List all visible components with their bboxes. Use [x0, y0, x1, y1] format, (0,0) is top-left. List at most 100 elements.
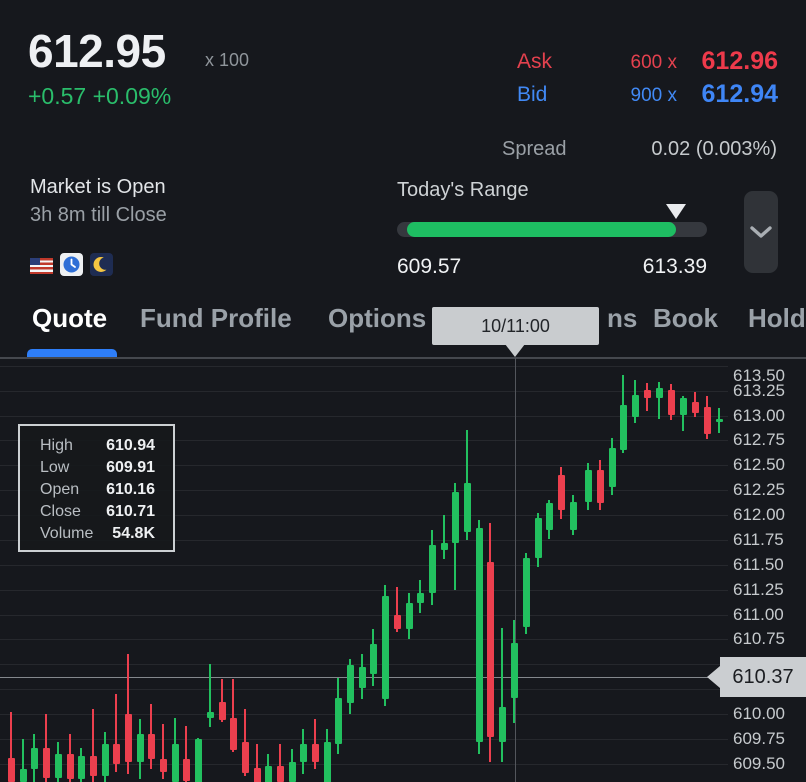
candle-body [523, 558, 530, 628]
ohlc-row: Volume54.8K [20, 523, 173, 545]
candle-body [609, 448, 616, 487]
ohlc-row: Open 610.16 [20, 479, 173, 501]
spread-label: Spread [502, 138, 567, 161]
ask-size: 600 x [600, 52, 677, 74]
price-gridline [0, 416, 728, 417]
candle-body [620, 405, 627, 451]
ohlc-label: Volume [40, 523, 93, 545]
crosshair-price-tag-arrow [707, 666, 720, 688]
candle-body [487, 562, 494, 737]
candle-body [183, 759, 190, 781]
candle-body [632, 395, 639, 417]
ohlc-row: Low609.91 [20, 457, 173, 479]
candle-body [172, 744, 179, 782]
candle-body [312, 744, 319, 762]
price-axis-label: 612.00 [733, 505, 785, 525]
ohlc-row: High610.94 [20, 435, 173, 457]
ohlc-value: 610.16 [106, 479, 155, 501]
candle-body [113, 744, 120, 764]
crosshair-vertical-line [515, 358, 516, 782]
candle-body [242, 742, 249, 773]
ohlc-row: Close610.71 [20, 501, 173, 523]
ohlc-label: Open [40, 479, 79, 501]
candle-body [511, 643, 518, 698]
candle-body [55, 754, 62, 778]
tab-quote[interactable]: Quote [32, 303, 107, 334]
range-high-value: 613.39 [607, 255, 707, 279]
collapse-header-button[interactable] [744, 191, 778, 273]
candle-body [429, 545, 436, 593]
candle-body [254, 768, 261, 782]
price-gridline [0, 391, 728, 392]
candle-body [394, 615, 401, 630]
candle-body [8, 758, 15, 782]
price-gridline [0, 615, 728, 616]
candle-body [219, 702, 226, 720]
tab-fund-profile[interactable]: Fund Profile [140, 303, 292, 334]
crosshair-time-tooltip: 10/11:00 [432, 307, 599, 345]
candle-body [644, 390, 651, 398]
price-gridline [0, 764, 728, 765]
candle-body [417, 593, 424, 603]
todays-range-fill [407, 222, 676, 237]
tab-holdings[interactable]: Hold [748, 303, 806, 334]
candle-body [137, 734, 144, 762]
candle-body [546, 503, 553, 530]
chevron-down-icon [750, 226, 772, 239]
candle-body [680, 398, 687, 415]
price-axis-label: 611.50 [733, 555, 784, 575]
candle-body [597, 470, 604, 503]
candle-body [277, 766, 284, 782]
ask-label: Ask [517, 50, 552, 74]
last-price: 612.95 [28, 24, 166, 78]
ask-price[interactable]: 612.96 [678, 47, 778, 76]
candle-body [668, 390, 675, 415]
tab-options[interactable]: Options [328, 303, 426, 334]
candle-body [160, 759, 167, 772]
candle-body [704, 407, 711, 435]
ohlc-value: 610.94 [106, 435, 155, 457]
candle-body [90, 756, 97, 776]
candle-body [558, 475, 565, 510]
clock-icon [60, 253, 83, 276]
crosshair-horizontal-line [0, 677, 708, 678]
price-gridline [0, 689, 728, 690]
candle-body [406, 603, 413, 630]
candle-body [125, 714, 132, 762]
bid-price[interactable]: 612.94 [678, 80, 778, 109]
candle-body [452, 492, 459, 543]
candle-body [43, 748, 50, 778]
price-gridline [0, 739, 728, 740]
crosshair-tooltip-pointer [505, 344, 525, 357]
price-axis-label: 612.75 [733, 430, 785, 450]
market-countdown: 3h 8m till Close [30, 204, 167, 227]
candle-body [102, 744, 109, 776]
price-axis-label: 610.75 [733, 629, 785, 649]
price-axis-label: 609.75 [733, 729, 785, 749]
candle-body [347, 665, 354, 703]
range-marker-icon [666, 204, 686, 219]
todays-range-label: Today's Range [397, 179, 529, 202]
candle-body [335, 698, 342, 744]
candle-body [300, 744, 307, 762]
price-axis-label: 609.50 [733, 754, 785, 774]
bid-label: Bid [517, 83, 547, 107]
price-axis-label: 612.50 [733, 455, 785, 475]
tab-book[interactable]: Book [653, 303, 718, 334]
price-axis-label: 610.00 [733, 704, 785, 724]
lot-size: x 100 [205, 50, 249, 71]
candle-body [78, 756, 85, 779]
spread-value: 0.02 (0.003%) [577, 138, 777, 161]
price-gridline [0, 714, 728, 715]
candle-body [230, 718, 237, 750]
candle-body [195, 739, 202, 782]
candlestick-chart[interactable]: High610.94Low609.91Open 610.16Close610.71… [0, 358, 806, 782]
candle-body [382, 596, 389, 699]
tab-partially-hidden[interactable]: ns [607, 303, 637, 334]
market-status: Market is Open [30, 176, 166, 199]
candle-body [289, 762, 296, 782]
candle-body [535, 518, 542, 558]
price-gridline [0, 565, 728, 566]
ohlc-value: 609.91 [106, 457, 155, 479]
ohlc-label: Close [40, 501, 81, 523]
